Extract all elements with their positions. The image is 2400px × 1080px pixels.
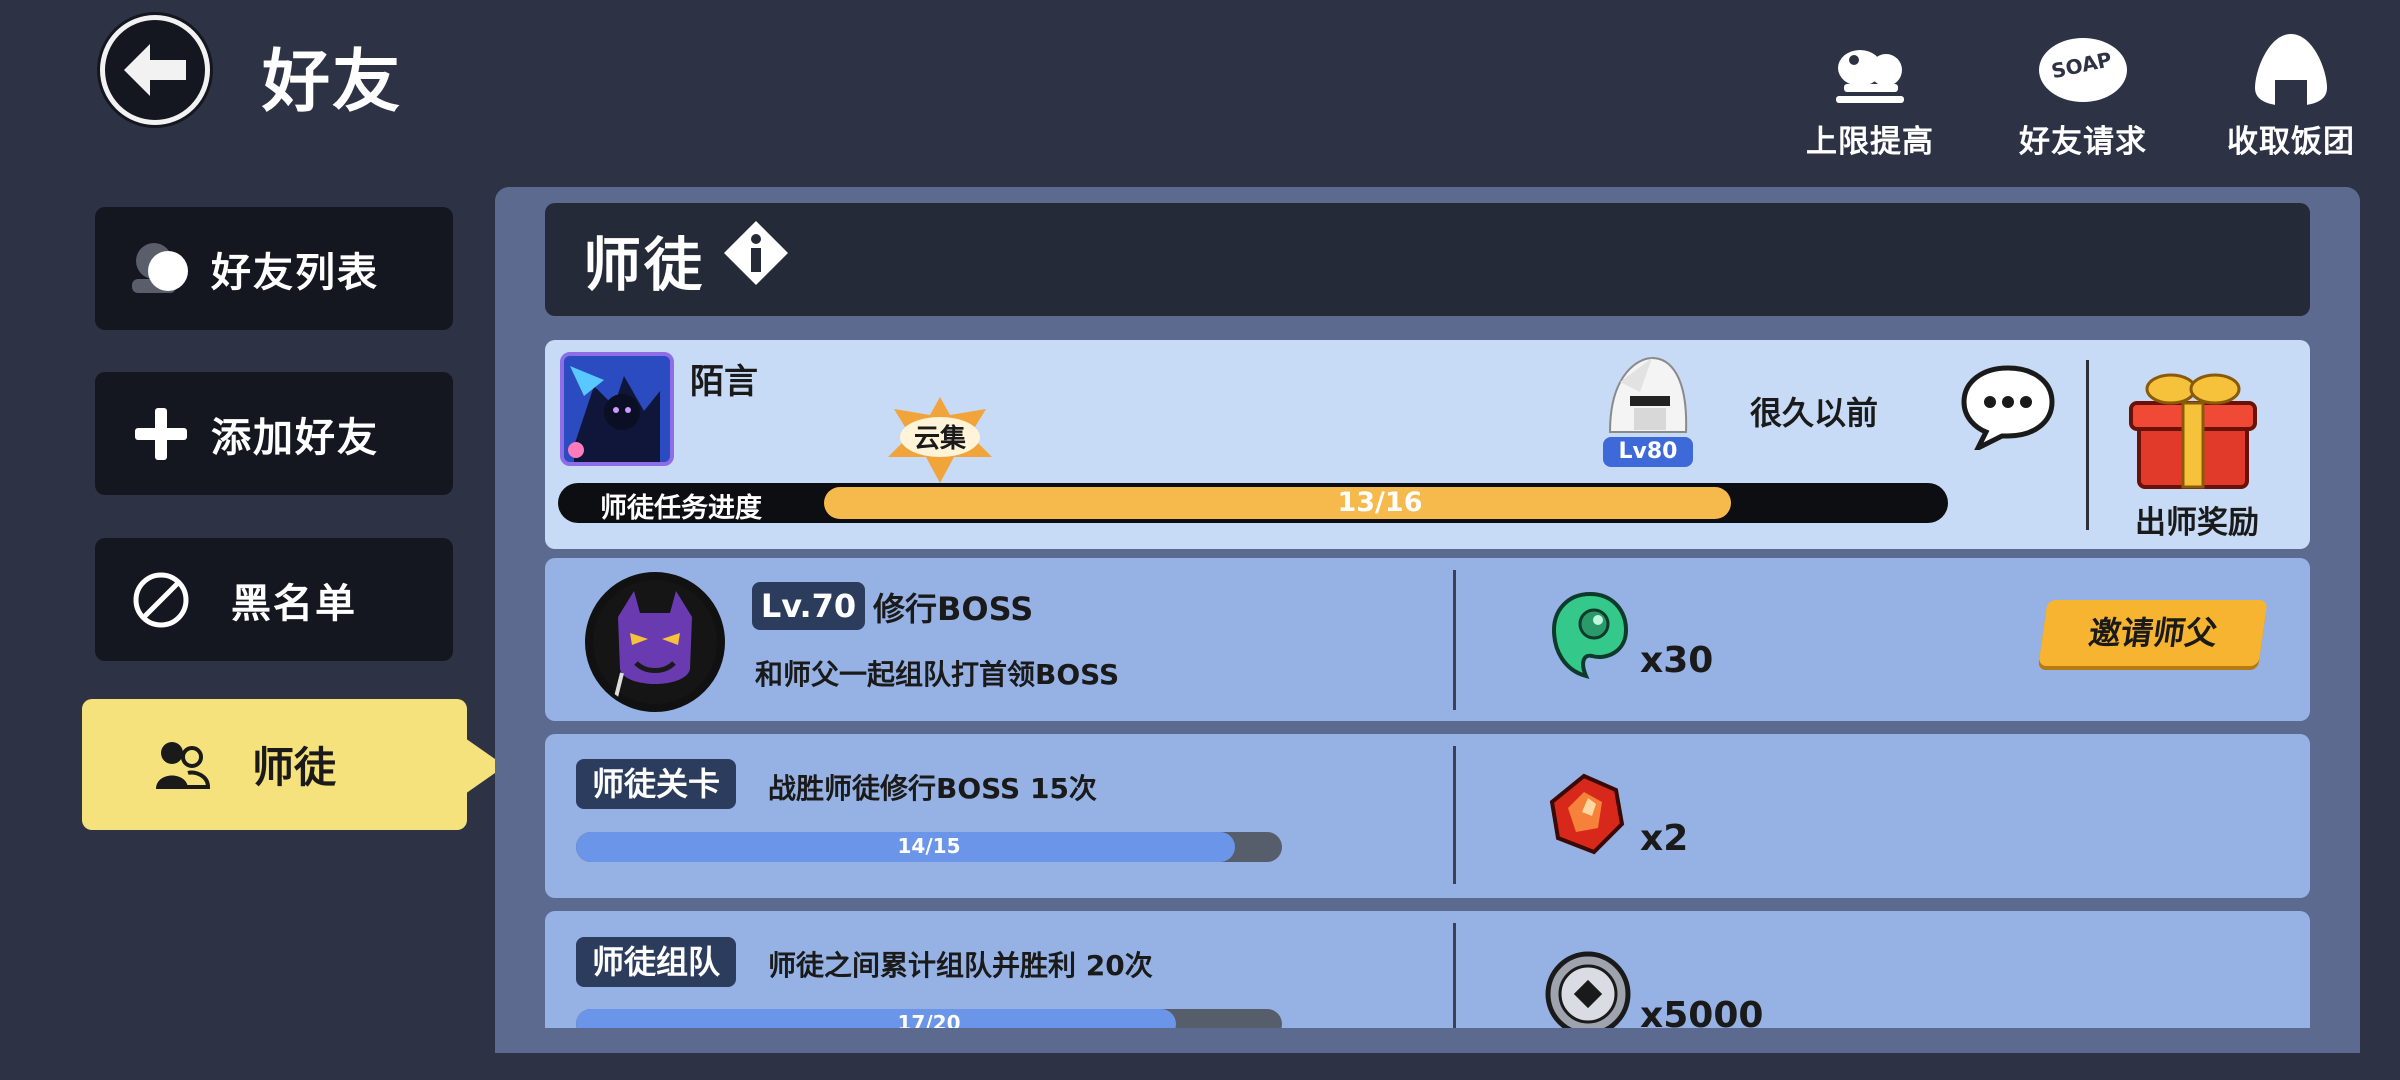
collect-rice-ball-button[interactable]: 收取饭团 (2211, 28, 2371, 161)
green-spirit-icon (1550, 590, 1630, 684)
mentor-task-progress-fill (824, 487, 1731, 519)
master-card-divider (2086, 360, 2089, 530)
sidebar-item-label: 添加好友 (211, 414, 379, 461)
friends-icon (111, 239, 211, 299)
friend-request-label: 好友请求 (2019, 124, 2147, 160)
stage-task-description: 战胜师徒修行BOSS 15次 (768, 772, 1097, 805)
mentor-task-progress-bar (558, 483, 1948, 523)
team-task-tag: 师徒组队 (576, 937, 736, 987)
team-task-description: 师徒之间累计组队并胜利 20次 (768, 949, 1153, 982)
panel-title: 师徒 (583, 230, 706, 299)
boss-level-tag: Lv.70 (752, 582, 865, 630)
sidebar-item-add-friend[interactable]: 添加好友 (95, 372, 453, 495)
red-gem-icon (1548, 772, 1626, 860)
sidebar-item-label: 好友列表 (211, 249, 379, 296)
master-level-avatar (1600, 352, 1696, 446)
stage-reward-qty: x2 (1640, 818, 1689, 859)
boss-reward-qty: x30 (1640, 640, 1714, 681)
task-row-stage (545, 734, 2310, 898)
graduation-reward-label: 出师奖励 (2135, 505, 2259, 541)
task-divider (1453, 746, 1456, 884)
upgrade-icon (1790, 28, 1950, 108)
back-button[interactable] (100, 15, 210, 125)
raise-limit-button[interactable]: 上限提高 (1790, 28, 1950, 161)
master-name: 陌言 (690, 362, 758, 402)
raise-limit-label: 上限提高 (1806, 124, 1934, 160)
block-icon (111, 570, 211, 630)
rice-ball-icon (2211, 28, 2371, 108)
panel-header: 师徒 (545, 203, 2310, 316)
mentor-task-progress-label: 师徒任务进度 (600, 493, 762, 524)
screen-bottom (495, 1053, 2360, 1080)
plus-icon (111, 404, 211, 464)
sidebar-item-mentor[interactable]: 师徒 (82, 699, 467, 830)
stage-task-tag: 师徒关卡 (576, 759, 736, 809)
sidebar-item-friend-list[interactable]: 好友列表 (95, 207, 453, 330)
boss-task-description: 和师父一起组队打首领BOSS (755, 658, 1120, 691)
chat-bubble-icon[interactable] (1958, 364, 2058, 454)
boss-task-title: 修行BOSS (873, 590, 1034, 628)
friend-request-button[interactable]: SOAP 好友请求 (2003, 28, 2163, 161)
sidebar-item-label: 黑名单 (231, 580, 357, 627)
mentor-task-progress-value: 13/16 (1337, 487, 1423, 518)
back-arrow-icon (124, 44, 186, 96)
sidebar-item-label: 师徒 (252, 743, 337, 792)
graduation-gift-icon[interactable] (2125, 367, 2261, 495)
invite-master-button[interactable]: 邀请师父 (2038, 600, 2268, 666)
page-title: 好友 (262, 43, 403, 122)
svg-text:云集: 云集 (914, 423, 967, 454)
mentor-icon (132, 737, 232, 793)
task-divider (1453, 570, 1456, 710)
sidebar-item-blacklist[interactable]: 黑名单 (95, 538, 453, 661)
stage-task-progress-value: 14/15 (897, 834, 961, 858)
collect-rice-ball-label: 收取饭团 (2227, 124, 2355, 160)
info-icon[interactable] (721, 218, 791, 302)
panel-bottom-edge (495, 1028, 2360, 1053)
boss-avatar (585, 572, 725, 712)
master-avatar[interactable] (560, 352, 674, 466)
master-last-seen: 很久以前 (1750, 394, 1879, 432)
soap-bubble-icon: SOAP (2003, 28, 2163, 108)
guild-badge: 云集 (880, 395, 1000, 489)
master-level-badge: Lv80 (1603, 437, 1693, 467)
